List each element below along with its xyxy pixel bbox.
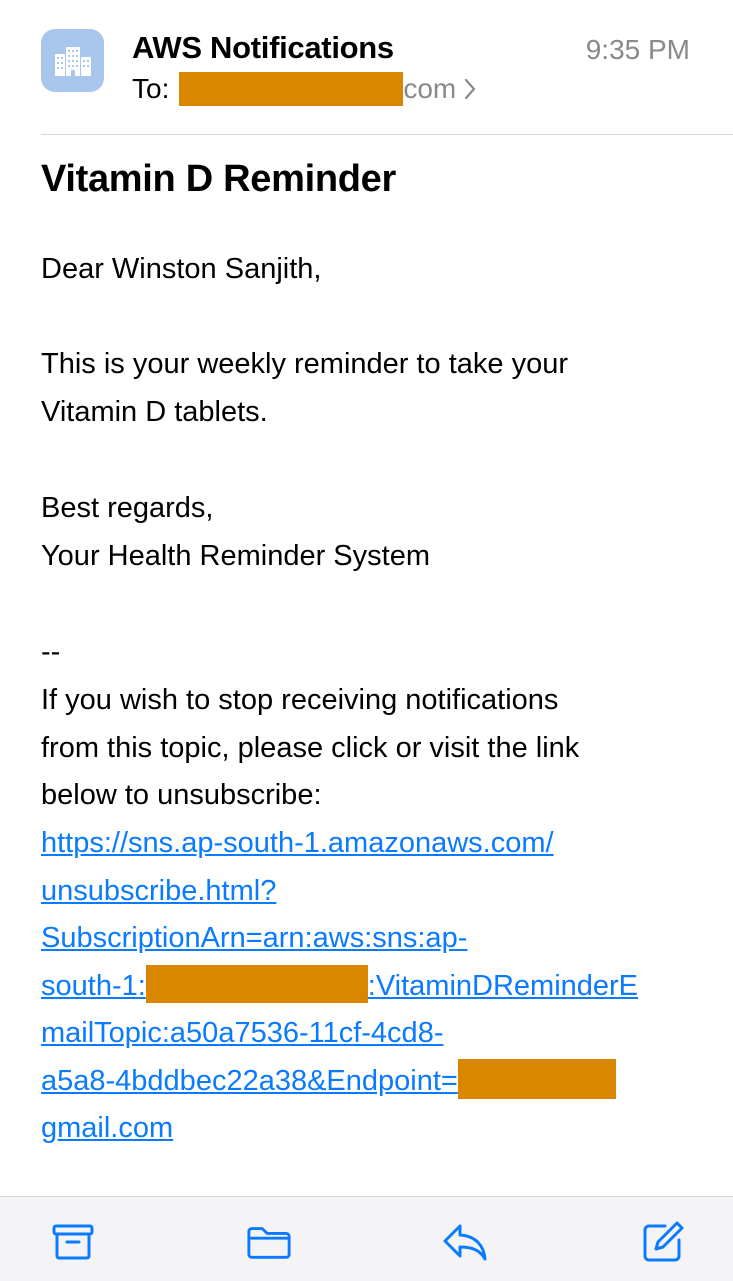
body-line: If you wish to stop receiving notificati… (41, 684, 559, 716)
link-line[interactable]: gmail.com (41, 1105, 701, 1153)
link-line[interactable]: mailTopic:a50a7536-11cf-4cd8- (41, 1010, 701, 1058)
link-segment[interactable]: south-1: (41, 970, 146, 1002)
unsubscribe-link[interactable]: https://sns.ap-south-1.amazonaws.com/ un… (41, 820, 701, 1153)
email-subject: Vitamin D Reminder (41, 158, 396, 200)
recipient-address[interactable]: com (179, 72, 476, 106)
body-line: This is your weekly reminder to take you… (41, 348, 569, 380)
link-line[interactable]: a5a8-4bddbec22a38&Endpoint= (41, 1058, 701, 1106)
redaction-block (457, 1058, 616, 1099)
body-line: from this topic, please click or visit t… (41, 731, 580, 764)
signature-separator: -- (41, 636, 61, 668)
body-line: Your Health Reminder System (41, 539, 430, 572)
compose-icon[interactable] (640, 1219, 686, 1265)
building-icon (54, 46, 91, 76)
email-paragraph: This is your weekly reminder to take you… (41, 341, 701, 436)
bottom-toolbar (0, 1196, 733, 1281)
redaction-block (179, 72, 404, 106)
email-greeting: Dear Winston Sanjith, (41, 253, 322, 285)
archive-icon[interactable] (50, 1219, 96, 1265)
unsubscribe-notice: If you wish to stop receiving notificati… (41, 677, 701, 820)
recipient-row[interactable]: To: com (132, 70, 476, 108)
sender-name[interactable]: AWS Notifications (132, 30, 394, 66)
link-segment[interactable]: a5a8-4bddbec22a38&Endpoint= (41, 1065, 458, 1097)
header-divider (41, 134, 733, 135)
email-header: AWS Notifications 9:35 PM To: com (0, 0, 733, 136)
timestamp: 9:35 PM (585, 34, 690, 65)
folder-icon[interactable] (246, 1219, 292, 1265)
redaction-block (145, 964, 368, 1003)
to-label: To: (132, 73, 170, 104)
sender-avatar[interactable] (41, 29, 104, 92)
link-line[interactable]: unsubscribe.html? (41, 868, 701, 916)
email-closing: Best regards, Your Health Reminder Syste… (41, 485, 701, 580)
link-line[interactable]: SubscriptionArn=arn:aws:sns:ap- (41, 915, 701, 963)
recipient-suffix: com (403, 73, 457, 104)
link-segment[interactable]: :VitaminDReminderE (368, 970, 638, 1002)
body-line: Best regards, (41, 492, 214, 524)
link-line[interactable]: https://sns.ap-south-1.amazonaws.com/ (41, 820, 701, 868)
reply-icon[interactable] (442, 1219, 488, 1265)
body-line: Vitamin D tablets. (41, 395, 268, 428)
body-line: below to unsubscribe: (41, 779, 322, 811)
link-line[interactable]: south-1: :VitaminDReminderE (41, 963, 701, 1011)
chevron-right-icon (464, 78, 476, 100)
